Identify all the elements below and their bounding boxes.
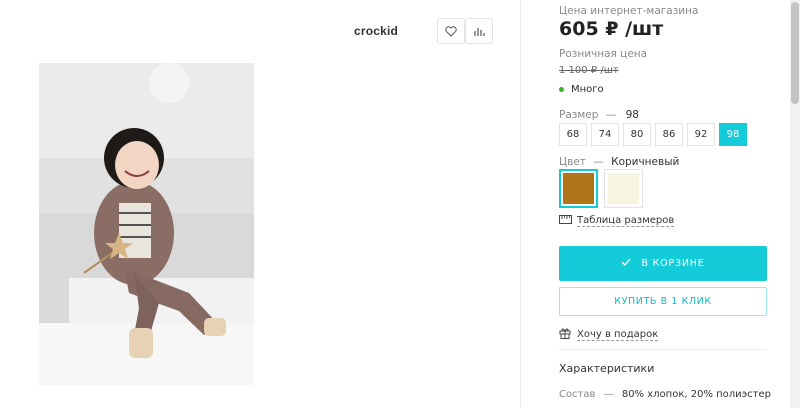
spec-separator: — — [603, 389, 614, 400]
compare-button[interactable] — [465, 18, 493, 44]
stock-text: Много — [571, 84, 604, 95]
section-divider — [559, 349, 767, 350]
product-photo[interactable] — [39, 63, 254, 385]
price-label: Цена интернет-магазина — [559, 5, 699, 17]
size-option-92[interactable]: 92 — [687, 123, 715, 146]
spec-row-composition: Состав — 80% хлопок, 20% полиэстер — [559, 389, 771, 400]
color-label-text: Цвет — [559, 156, 586, 168]
swatch-fill — [608, 173, 639, 204]
size-options: 68 74 80 86 92 98 — [559, 123, 747, 146]
gift-link[interactable]: Хочу в подарок — [559, 327, 659, 342]
in-cart-button[interactable]: В КОРЗИНЕ — [559, 246, 767, 281]
column-divider — [520, 0, 521, 408]
size-separator: — — [605, 109, 617, 121]
size-option-80[interactable]: 80 — [623, 123, 651, 146]
heart-icon — [445, 22, 457, 41]
color-swatch-brown[interactable] — [559, 169, 598, 208]
color-label: Цвет — Коричневый — [559, 156, 679, 168]
size-label: Размер — 98 — [559, 109, 639, 121]
scrollbar-thumb[interactable] — [791, 2, 799, 104]
gift-text: Хочу в подарок — [577, 328, 659, 341]
size-option-86[interactable]: 86 — [655, 123, 683, 146]
ruler-icon — [559, 215, 572, 227]
size-label-text: Размер — [559, 109, 599, 121]
check-icon — [621, 258, 631, 269]
specs-title: Характеристики — [559, 362, 655, 375]
color-swatches — [559, 169, 643, 208]
spec-key: Состав — [559, 389, 596, 400]
in-cart-label: В КОРЗИНЕ — [641, 258, 705, 269]
size-table-link[interactable]: Таблица размеров — [559, 215, 675, 227]
spec-value: 80% хлопок, 20% полиэстер — [621, 389, 771, 400]
stock-status: Много — [559, 84, 604, 95]
retail-price: 1 100 ₽ /шт — [559, 65, 619, 76]
buy-one-click-button[interactable]: КУПИТЬ В 1 КЛИК — [559, 287, 767, 316]
size-selected: 98 — [625, 109, 639, 121]
retail-price-label: Розничная цена — [559, 48, 648, 60]
gift-icon — [559, 327, 571, 342]
brand-logo: crockid — [354, 24, 399, 38]
size-option-68[interactable]: 68 — [559, 123, 587, 146]
size-option-98[interactable]: 98 — [719, 123, 747, 146]
size-table-text: Таблица размеров — [577, 215, 675, 227]
swatch-fill — [563, 173, 594, 204]
size-option-74[interactable]: 74 — [591, 123, 619, 146]
color-selected: Коричневый — [611, 156, 680, 168]
favorite-button[interactable] — [437, 18, 465, 44]
color-separator: — — [593, 156, 604, 168]
stock-dot-icon — [559, 87, 564, 92]
bar-chart-icon — [473, 22, 485, 41]
color-swatch-cream[interactable] — [604, 169, 643, 208]
price: 605 ₽ /шт — [559, 18, 664, 40]
